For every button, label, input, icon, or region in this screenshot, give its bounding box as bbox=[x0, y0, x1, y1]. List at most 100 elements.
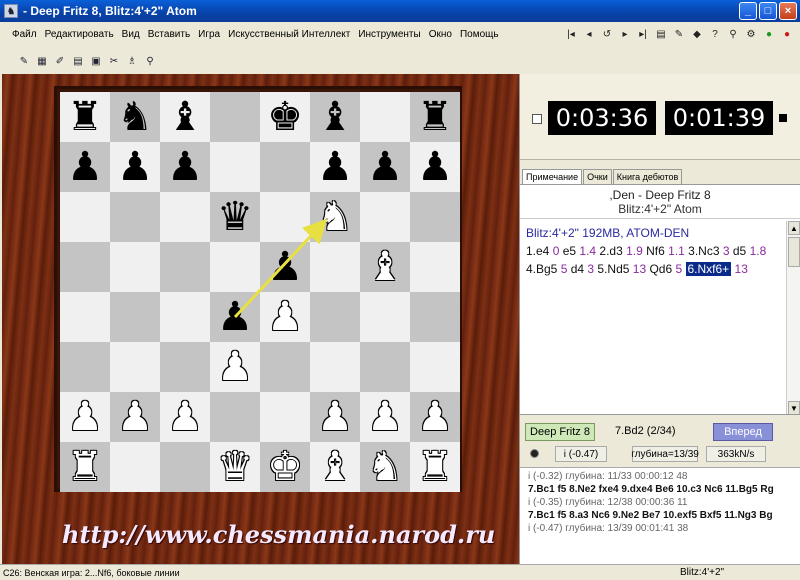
toolbar-icon-5[interactable]: ▣ bbox=[90, 55, 102, 67]
white-rook-icon[interactable]: ♜ bbox=[417, 447, 453, 487]
move[interactable]: 1.e4 bbox=[526, 244, 553, 258]
square-a8[interactable]: ♜ bbox=[60, 92, 110, 142]
white-bishop-icon[interactable]: ♝ bbox=[317, 447, 353, 487]
square-d2[interactable] bbox=[210, 392, 260, 442]
square-a4[interactable] bbox=[60, 292, 110, 342]
black-pawn-icon[interactable]: ♟ bbox=[317, 147, 353, 187]
square-a5[interactable] bbox=[60, 242, 110, 292]
square-g1[interactable]: ♞ bbox=[360, 442, 410, 492]
white-pawn-icon[interactable]: ♟ bbox=[217, 347, 253, 387]
white-bishop-icon[interactable]: ♝ bbox=[367, 247, 403, 287]
toolbar-icon-1[interactable]: ✎ bbox=[18, 55, 30, 67]
square-c7[interactable]: ♟ bbox=[160, 142, 210, 192]
move[interactable]: d5 bbox=[733, 244, 750, 258]
square-f5[interactable] bbox=[310, 242, 360, 292]
scroll-up-icon[interactable]: ▲ bbox=[788, 221, 800, 235]
square-b6[interactable] bbox=[110, 192, 160, 242]
square-d7[interactable] bbox=[210, 142, 260, 192]
black-pawn-icon[interactable]: ♟ bbox=[167, 147, 203, 187]
move[interactable]: d4 bbox=[571, 262, 588, 276]
prev-move-icon[interactable]: ◂ bbox=[582, 27, 596, 41]
square-a6[interactable] bbox=[60, 192, 110, 242]
square-e4[interactable]: ♟ bbox=[260, 292, 310, 342]
black-pawn-icon[interactable]: ♟ bbox=[217, 297, 253, 337]
square-b4[interactable] bbox=[110, 292, 160, 342]
square-g6[interactable] bbox=[360, 192, 410, 242]
square-g3[interactable] bbox=[360, 342, 410, 392]
take-back-icon[interactable]: ↺ bbox=[600, 27, 614, 41]
maximize-button[interactable]: □ bbox=[759, 2, 777, 20]
square-e7[interactable] bbox=[260, 142, 310, 192]
menu-help[interactable]: Помощь bbox=[460, 29, 499, 40]
square-c4[interactable] bbox=[160, 292, 210, 342]
toolbar-icon-4[interactable]: ▤ bbox=[72, 55, 84, 67]
square-a3[interactable] bbox=[60, 342, 110, 392]
move[interactable]: 4.Bg5 bbox=[526, 262, 561, 276]
white-pawn-icon[interactable]: ♟ bbox=[267, 297, 303, 337]
black-rook-icon[interactable]: ♜ bbox=[67, 97, 103, 137]
square-d1[interactable]: ♛ bbox=[210, 442, 260, 492]
next-move-icon[interactable]: ▸ bbox=[618, 27, 632, 41]
toolbar-icon-3[interactable]: ✐ bbox=[54, 55, 66, 67]
square-f7[interactable]: ♟ bbox=[310, 142, 360, 192]
square-h4[interactable] bbox=[410, 292, 460, 342]
move[interactable]: 5.Nd5 bbox=[597, 262, 632, 276]
settings-icon[interactable]: ⚙ bbox=[744, 27, 758, 41]
square-f4[interactable] bbox=[310, 292, 360, 342]
engine-status-icon[interactable] bbox=[530, 449, 539, 458]
square-h3[interactable] bbox=[410, 342, 460, 392]
help-icon[interactable]: ? bbox=[708, 27, 722, 41]
toolbar-icon-2[interactable]: ▦ bbox=[36, 55, 48, 67]
square-b8[interactable]: ♞ bbox=[110, 92, 160, 142]
move[interactable]: Nf6 bbox=[646, 244, 668, 258]
scroll-down-icon[interactable]: ▼ bbox=[788, 401, 800, 415]
tab-points[interactable]: Очки bbox=[583, 169, 612, 184]
square-d3[interactable]: ♟ bbox=[210, 342, 260, 392]
black-bishop-icon[interactable]: ♝ bbox=[167, 97, 203, 137]
square-f2[interactable]: ♟ bbox=[310, 392, 360, 442]
move[interactable]: 3.Nc3 bbox=[688, 244, 723, 258]
square-g5[interactable]: ♝ bbox=[360, 242, 410, 292]
square-b2[interactable]: ♟ bbox=[110, 392, 160, 442]
white-knight-icon[interactable]: ♞ bbox=[317, 197, 353, 237]
black-knight-icon[interactable]: ♞ bbox=[117, 97, 153, 137]
square-f8[interactable]: ♝ bbox=[310, 92, 360, 142]
square-g4[interactable] bbox=[360, 292, 410, 342]
menu-engine[interactable]: Искусственный Интеллект bbox=[228, 29, 350, 40]
tab-notes[interactable]: Примечание bbox=[522, 169, 583, 184]
move[interactable]: 2.d3 bbox=[599, 244, 626, 258]
square-d4[interactable]: ♟ bbox=[210, 292, 260, 342]
menu-insert[interactable]: Вставить bbox=[148, 29, 190, 40]
search-icon[interactable]: ⚲ bbox=[726, 27, 740, 41]
forward-button[interactable]: Вперед bbox=[713, 423, 773, 441]
white-pawn-icon[interactable]: ♟ bbox=[67, 397, 103, 437]
square-c1[interactable] bbox=[160, 442, 210, 492]
first-move-icon[interactable]: |◂ bbox=[564, 27, 578, 41]
toolbar-icon-7[interactable]: ♗ bbox=[126, 55, 138, 67]
current-move[interactable]: 6.Nxf6+ bbox=[685, 262, 732, 276]
white-king-icon[interactable]: ♚ bbox=[267, 447, 303, 487]
square-f1[interactable]: ♝ bbox=[310, 442, 360, 492]
square-b5[interactable] bbox=[110, 242, 160, 292]
square-h2[interactable]: ♟ bbox=[410, 392, 460, 442]
square-f6[interactable]: ♞ bbox=[310, 192, 360, 242]
app-icon[interactable]: ♞ bbox=[4, 4, 18, 18]
black-pawn-icon[interactable]: ♟ bbox=[117, 147, 153, 187]
black-pawn-icon[interactable]: ♟ bbox=[267, 247, 303, 287]
square-h8[interactable]: ♜ bbox=[410, 92, 460, 142]
move[interactable]: e5 bbox=[563, 244, 580, 258]
black-king-icon[interactable]: ♚ bbox=[267, 97, 303, 137]
square-b3[interactable] bbox=[110, 342, 160, 392]
close-button[interactable]: × bbox=[779, 2, 797, 20]
square-b7[interactable]: ♟ bbox=[110, 142, 160, 192]
toolbar-icon-6[interactable]: ✂ bbox=[108, 55, 120, 67]
black-pawn-icon[interactable]: ♟ bbox=[367, 147, 403, 187]
menu-tools[interactable]: Инструменты bbox=[358, 29, 420, 40]
square-d8[interactable] bbox=[210, 92, 260, 142]
hint-icon[interactable]: ◆ bbox=[690, 27, 704, 41]
square-c3[interactable] bbox=[160, 342, 210, 392]
edit-icon[interactable]: ✎ bbox=[672, 27, 686, 41]
minimize-button[interactable]: _ bbox=[739, 2, 757, 20]
square-e8[interactable]: ♚ bbox=[260, 92, 310, 142]
square-d6[interactable]: ♛ bbox=[210, 192, 260, 242]
